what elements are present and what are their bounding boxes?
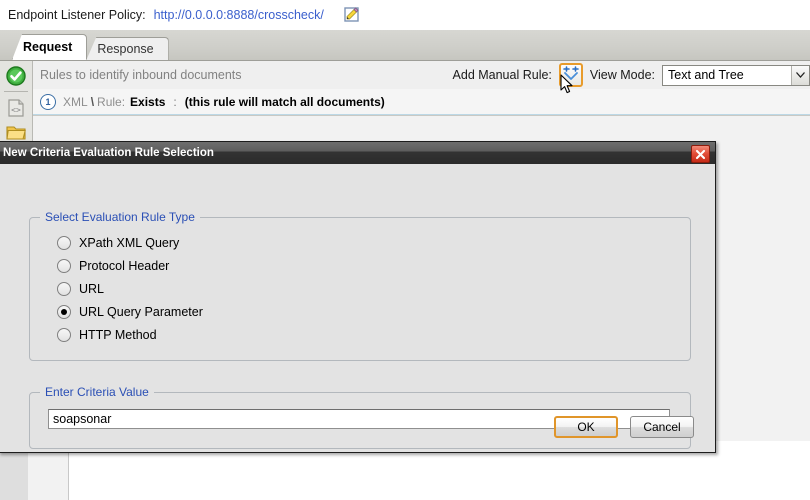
rule-label: Rule:: [97, 94, 126, 109]
rule-colon: :: [173, 94, 177, 109]
criteria-group-title: Enter Criteria Value: [40, 385, 154, 399]
xml-document-icon[interactable]: <>: [5, 97, 27, 119]
svg-text:<>: <>: [11, 106, 21, 115]
add-manual-rule-button[interactable]: [558, 63, 583, 87]
rule-type-group-title: Select Evaluation Rule Type: [40, 210, 200, 224]
endpoint-header: Endpoint Listener Policy: http://0.0.0.0…: [0, 0, 810, 31]
rule-type-groupbox: Select Evaluation Rule Type XPath XML Qu…: [29, 210, 691, 361]
tab-request[interactable]: Request: [12, 34, 88, 60]
view-mode-value: Text and Tree: [668, 68, 744, 82]
edit-pencil-icon[interactable]: [344, 7, 362, 23]
new-criteria-rule-dialog: New Criteria Evaluation Rule Selection S…: [0, 141, 716, 453]
radio-mark-icon: [57, 327, 71, 342]
dialog-title-bar[interactable]: New Criteria Evaluation Rule Selection: [0, 142, 715, 164]
rules-panel: Rules to identify inbound documents Add …: [33, 61, 810, 116]
radio-label: Protocol Header: [79, 258, 170, 273]
radio-label: URL Query Parameter: [79, 304, 203, 319]
radio-mark-icon: [57, 235, 71, 250]
radio-http-method[interactable]: HTTP Method: [57, 323, 203, 346]
radio-mark-icon: [57, 258, 71, 273]
radio-label: URL: [79, 281, 105, 296]
radio-url[interactable]: URL: [57, 277, 203, 300]
radio-label: HTTP Method: [79, 327, 157, 342]
tab-response-label: Response: [97, 42, 154, 56]
close-x-icon[interactable]: [691, 145, 710, 163]
rules-toolbar: Rules to identify inbound documents Add …: [33, 61, 810, 89]
status-ok-icon[interactable]: [5, 65, 27, 87]
rule-match-note: (this rule will match all documents): [184, 94, 385, 109]
radio-protocol-header[interactable]: Protocol Header: [57, 254, 203, 277]
tab-request-label: Request: [23, 40, 73, 54]
endpoint-policy-url[interactable]: http://0.0.0.0:8888/crosscheck/: [154, 8, 324, 22]
view-mode-dropdown[interactable]: Text and Tree: [662, 64, 810, 86]
dialog-button-row: OK Cancel: [554, 416, 694, 438]
view-mode-label: View Mode:: [589, 68, 655, 82]
gutter-divider: [4, 91, 28, 92]
rule-type: XML: [63, 94, 88, 109]
rule-number-badge: 1: [40, 93, 56, 110]
endpoint-policy-label: Endpoint Listener Policy:: [8, 8, 146, 22]
tab-response[interactable]: Response: [86, 37, 169, 60]
folder-icon[interactable]: [5, 121, 27, 143]
tab-bar: Request Response: [0, 30, 810, 61]
dialog-body: Select Evaluation Rule Type XPath XML Qu…: [0, 164, 715, 452]
dialog-title-text: New Criteria Evaluation Rule Selection: [3, 147, 214, 159]
add-rule-arrows-icon: [563, 66, 579, 80]
radio-xpath-xml-query[interactable]: XPath XML Query: [57, 231, 203, 254]
rule-separator: \: [90, 94, 95, 109]
chevron-down-icon[interactable]: [791, 65, 809, 85]
rules-hint-text: Rules to identify inbound documents: [40, 68, 242, 82]
radio-mark-icon: [57, 304, 71, 319]
rule-value: Exists: [130, 94, 166, 109]
application-window: Endpoint Listener Policy: http://0.0.0.0…: [0, 0, 810, 500]
rule-row[interactable]: 1 XML \ Rule: Exists : (this rule will m…: [33, 89, 810, 115]
add-manual-rule-label: Add Manual Rule:: [452, 68, 552, 82]
radio-label: XPath XML Query: [79, 235, 180, 250]
rule-type-radio-group: XPath XML Query Protocol Header URL URL …: [57, 231, 203, 346]
cancel-button[interactable]: Cancel: [630, 416, 694, 438]
radio-url-query-parameter[interactable]: URL Query Parameter: [57, 300, 203, 323]
radio-mark-icon: [57, 281, 71, 296]
ok-button[interactable]: OK: [554, 416, 618, 438]
